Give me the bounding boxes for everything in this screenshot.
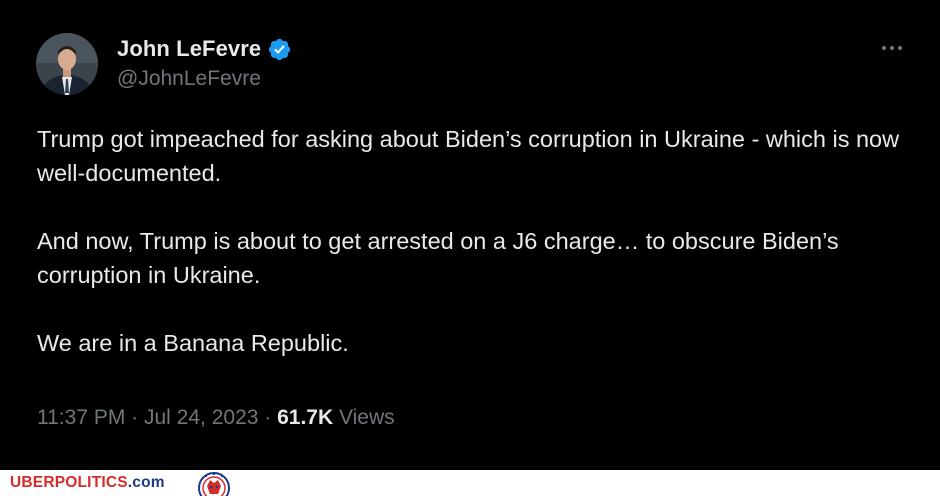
tweet-time[interactable]: 11:37 PM	[37, 406, 125, 429]
watermark-brand-name: UBERPOLITICS	[10, 474, 128, 491]
avatar[interactable]	[36, 33, 98, 95]
tweet-metadata: 11:37 PM · Jul 24, 2023 · 61.7K Views	[37, 406, 395, 430]
more-options-button[interactable]	[876, 38, 908, 58]
tweet-paragraph: We are in a Banana Republic.	[37, 330, 349, 356]
more-options-icon	[890, 46, 894, 50]
separator-dot: ·	[264, 406, 278, 429]
author-display-name[interactable]: John LeFevre	[117, 36, 261, 62]
more-options-icon	[898, 46, 902, 50]
watermark-bar: UBERPOLITICS.com	[0, 470, 940, 496]
tweet-paragraph: Trump got impeached for asking about Bid…	[37, 126, 900, 186]
views-count: 61.7K	[277, 406, 334, 429]
brand-logo-icon	[192, 470, 236, 496]
tweet-text: Trump got impeached for asking about Bid…	[37, 122, 917, 360]
watermark-brand: UBERPOLITICS.com	[10, 474, 165, 492]
views-label: Views	[339, 406, 395, 429]
tweet-card: John LeFevre @JohnLeFevre Trump got impe…	[0, 0, 940, 470]
author-name-row[interactable]: John LeFevre	[117, 36, 292, 62]
watermark-brand-domain: .com	[127, 474, 165, 491]
more-options-icon	[882, 46, 886, 50]
avatar-image	[36, 33, 98, 95]
tweet-paragraph: And now, Trump is about to get arrested …	[37, 228, 839, 288]
tweet-date[interactable]: Jul 24, 2023	[144, 406, 258, 429]
author-handle[interactable]: @JohnLeFevre	[117, 67, 261, 91]
separator-dot: ·	[131, 406, 144, 429]
verified-badge-icon[interactable]	[267, 37, 292, 62]
